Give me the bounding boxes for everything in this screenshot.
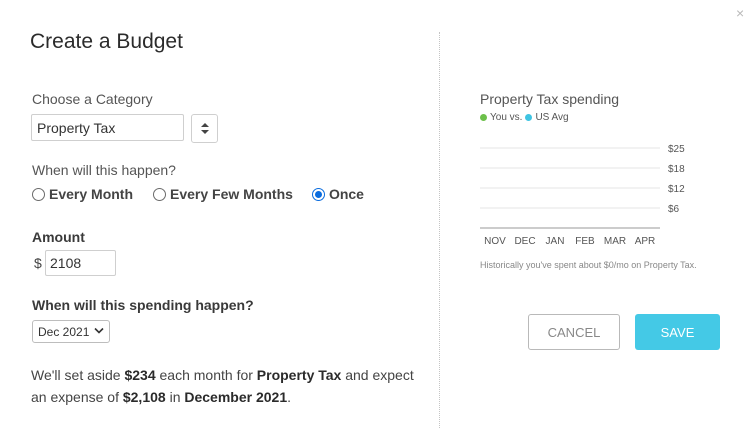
save-button[interactable]: SAVE bbox=[635, 314, 720, 350]
x-tick-label: APR bbox=[635, 236, 656, 247]
chart-title: Property Tax spending bbox=[480, 91, 620, 107]
frequency-radio-group: Every Month Every Few Months Once bbox=[32, 186, 364, 202]
amount-input[interactable] bbox=[45, 250, 116, 276]
panel-divider bbox=[439, 32, 440, 428]
category-label: Choose a Category bbox=[32, 91, 153, 107]
summary-date: December 2021 bbox=[184, 389, 288, 405]
summary-category: Property Tax bbox=[256, 367, 342, 383]
chart-legend: You vs. US Avg bbox=[480, 112, 572, 123]
x-tick-label: MAR bbox=[604, 236, 626, 247]
radio-label: Once bbox=[328, 186, 364, 202]
radio-checked-icon bbox=[311, 187, 325, 201]
legend-us-avg: US Avg bbox=[535, 112, 569, 123]
cancel-button[interactable]: CANCEL bbox=[528, 314, 620, 350]
x-tick-label: JAN bbox=[546, 236, 565, 247]
total-amount: $2,108 bbox=[122, 389, 166, 405]
x-tick-label: FEB bbox=[575, 236, 595, 247]
budget-summary: We'll set aside $234 each month for Prop… bbox=[31, 367, 414, 405]
radio-label: Every Month bbox=[49, 186, 134, 202]
y-tick-label: $18 bbox=[668, 164, 685, 175]
month-select[interactable]: Dec 2021 bbox=[32, 320, 110, 343]
x-tick-label: DEC bbox=[514, 236, 535, 247]
x-tick-label: NOV bbox=[484, 236, 506, 247]
chevron-down-icon bbox=[94, 327, 104, 334]
you-legend-dot bbox=[480, 114, 487, 121]
category-stepper[interactable] bbox=[191, 114, 218, 143]
us-avg-legend-dot bbox=[525, 114, 533, 121]
category-input[interactable] bbox=[31, 114, 184, 141]
legend-you: You vs. bbox=[490, 112, 523, 123]
y-tick-label: $12 bbox=[668, 184, 685, 195]
spending-chart: $25 $18 $12 $6 NOV DEC JAN FEB MAR APR bbox=[480, 144, 685, 247]
monthly-amount: $234 bbox=[124, 367, 156, 383]
y-tick-label: $6 bbox=[668, 204, 680, 215]
radio-once[interactable]: Once bbox=[311, 186, 364, 202]
radio-circle-icon bbox=[32, 187, 45, 201]
chart-note: Historically you've spent about $0/mo on… bbox=[480, 260, 697, 270]
radio-every-month[interactable]: Every Month bbox=[32, 186, 133, 202]
radio-circle-icon bbox=[153, 187, 167, 201]
sort-arrows-icon bbox=[200, 123, 209, 134]
page-title: Create a Budget bbox=[30, 30, 183, 53]
amount-label: Amount bbox=[32, 229, 85, 245]
radio-every-few-months[interactable]: Every Few Months bbox=[153, 186, 293, 202]
frequency-label: When will this happen? bbox=[32, 162, 176, 178]
close-icon[interactable]: × bbox=[736, 6, 744, 20]
currency-symbol: $ bbox=[34, 255, 42, 271]
radio-label: Every Few Months bbox=[170, 186, 293, 202]
spending-date-label: When will this spending happen? bbox=[32, 297, 254, 313]
y-tick-label: $25 bbox=[668, 144, 685, 155]
month-select-value: Dec 2021 bbox=[38, 324, 90, 339]
